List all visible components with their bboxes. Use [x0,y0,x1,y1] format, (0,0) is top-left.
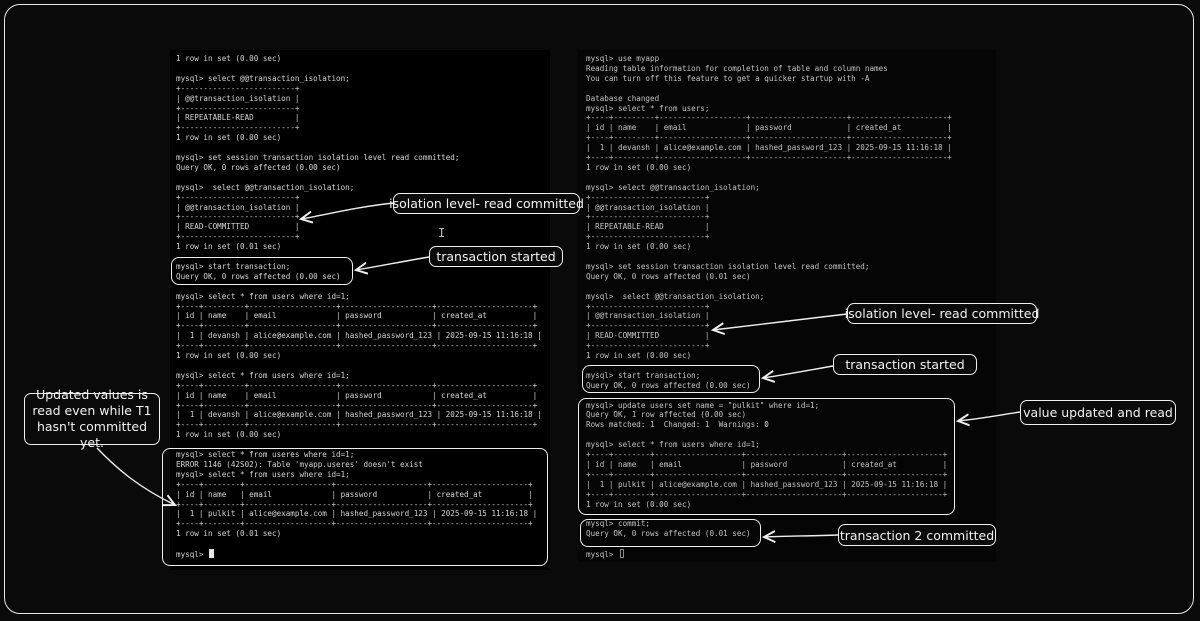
callout-left-transaction: transaction started [429,246,563,267]
callout-transaction2: transaction 2 committed [838,524,996,546]
arrow-left-isolation [301,202,394,219]
callout-value-updated: value updated and read [1020,400,1176,425]
callout-right-transaction: transaction started [833,354,977,375]
arrow-transaction2 [764,535,839,537]
arrow-value-updated [958,411,1021,421]
arrow-right-transaction [763,365,834,378]
arrow-updated-values [96,447,175,505]
arrow-left-transaction [356,256,430,270]
callout-left-isolation: isolation level- read committed [389,193,584,214]
callout-right-isolation: isolation level- read committed [845,303,1039,324]
callout-updated-values: Updated values is read even while T1 has… [24,387,160,450]
arrow-right-isolation [713,313,848,330]
